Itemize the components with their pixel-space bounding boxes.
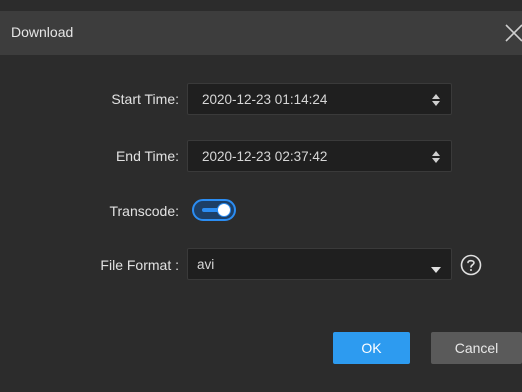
cancel-button[interactable]: Cancel bbox=[431, 332, 522, 364]
end-time-field[interactable]: 2020-12-23 02:37:42 bbox=[187, 140, 452, 172]
spinner-icon[interactable] bbox=[431, 92, 441, 108]
end-time-value: 2020-12-23 02:37:42 bbox=[202, 149, 328, 164]
help-icon[interactable] bbox=[460, 254, 482, 276]
toggle-knob bbox=[217, 203, 231, 217]
file-format-label: File Format : bbox=[100, 257, 179, 273]
download-dialog: Download Start Time: 2020-12-23 01:14:24… bbox=[0, 0, 522, 392]
start-time-label: Start Time: bbox=[111, 91, 179, 107]
end-time-label: End Time: bbox=[115, 148, 179, 164]
dialog-title: Download bbox=[11, 24, 74, 40]
file-format-select[interactable]: avi bbox=[187, 248, 452, 280]
start-time-field[interactable]: 2020-12-23 01:14:24 bbox=[187, 83, 452, 115]
ok-button[interactable]: OK bbox=[333, 332, 410, 364]
transcode-toggle[interactable] bbox=[192, 199, 236, 221]
transcode-label: Transcode: bbox=[109, 203, 179, 219]
file-format-value: avi bbox=[197, 257, 215, 272]
start-time-value: 2020-12-23 01:14:24 bbox=[202, 92, 328, 107]
dialog-titlebar: Download bbox=[0, 11, 522, 55]
close-icon[interactable] bbox=[502, 21, 522, 45]
spinner-icon[interactable] bbox=[431, 149, 441, 165]
chevron-down-icon bbox=[431, 261, 441, 273]
